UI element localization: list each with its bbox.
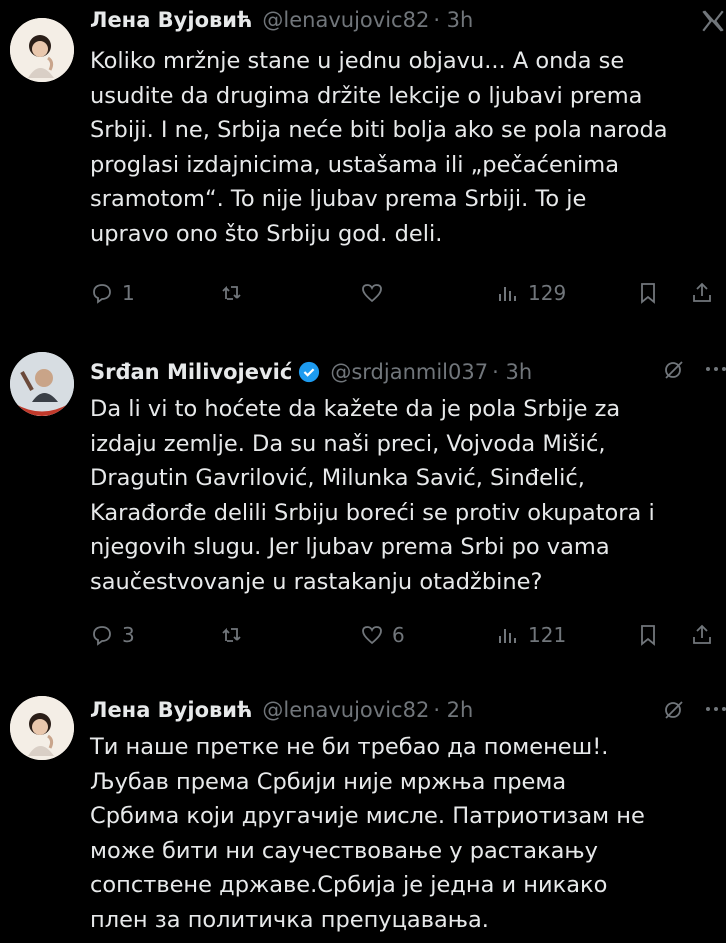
tweet-text: Da li vi to hoćete da kažete da je pola …: [90, 396, 655, 595]
author-name[interactable]: Srđan Milivojević: [90, 360, 292, 384]
bookmark-button[interactable]: [636, 618, 660, 652]
repost-icon: [222, 627, 241, 642]
tweet-actions: 1 129: [90, 276, 726, 310]
tweet-lena-1[interactable]: Лена Вујовић @lenavujovic82 · 3h Koliko …: [0, 0, 726, 330]
reply-icon: [93, 626, 111, 646]
like-button[interactable]: [360, 276, 384, 310]
repost-button[interactable]: [220, 276, 244, 310]
author-name[interactable]: Лена Вујовић: [90, 698, 252, 722]
avatar-lena-image: [10, 18, 74, 82]
timestamp[interactable]: · 2h: [433, 698, 473, 722]
avatar[interactable]: [10, 352, 74, 416]
tweet-text: Koliko mržnje stane u jednu objavu... A …: [90, 48, 668, 247]
bookmark-icon: [641, 283, 655, 304]
more-icon[interactable]: [704, 364, 726, 374]
views-button[interactable]: 129: [496, 276, 566, 310]
reply-count: 1: [122, 281, 135, 305]
share-icon: [693, 282, 711, 302]
grok-icon[interactable]: [662, 698, 686, 722]
timestamp[interactable]: · 3h: [492, 360, 532, 384]
reply-count: 3: [122, 623, 135, 647]
like-button[interactable]: 6: [360, 618, 405, 652]
share-button[interactable]: [690, 276, 714, 310]
tweet-actions: 3 6 121: [90, 618, 726, 652]
repost-icon: [222, 285, 241, 300]
reply-button[interactable]: 1: [90, 276, 135, 310]
bookmark-icon: [641, 625, 655, 646]
heart-icon: [362, 284, 382, 303]
avatar[interactable]: [10, 18, 74, 82]
views-button[interactable]: 121: [496, 618, 566, 652]
views-icon: [499, 629, 516, 643]
view-count: 129: [528, 281, 567, 305]
tweet-srdjan[interactable]: Srđan Milivojević @srdjanmil037 · 3h Da …: [0, 350, 726, 670]
tweet-text: Ти наше претке не би требао да поменеш!.…: [90, 734, 645, 933]
share-button[interactable]: [690, 618, 714, 652]
like-count: 6: [392, 623, 405, 647]
more-icon[interactable]: [704, 704, 726, 714]
repost-button[interactable]: [220, 618, 244, 652]
views-icon: [499, 287, 516, 301]
share-icon: [693, 624, 711, 644]
verified-badge-icon: [299, 361, 320, 383]
tweet-lena-2[interactable]: Лена Вујовић @lenavujovic82 · 2h Ти наше…: [0, 690, 726, 943]
reply-button[interactable]: 3: [90, 618, 135, 652]
author-handle[interactable]: @lenavujovic82: [262, 698, 429, 722]
avatar-lena-image: [10, 696, 74, 760]
author-handle[interactable]: @lenavujovic82: [262, 8, 429, 32]
author-handle[interactable]: @srdjanmil037: [330, 360, 488, 384]
view-count: 121: [528, 623, 567, 647]
reply-icon: [93, 284, 111, 304]
avatar[interactable]: [10, 696, 74, 760]
heart-icon: [362, 626, 382, 645]
author-name[interactable]: Лена Вујовић: [90, 8, 252, 32]
timestamp[interactable]: · 3h: [433, 8, 473, 32]
avatar-srdjan-image: [10, 352, 74, 416]
bookmark-button[interactable]: [636, 276, 660, 310]
grok-icon[interactable]: [662, 358, 686, 382]
